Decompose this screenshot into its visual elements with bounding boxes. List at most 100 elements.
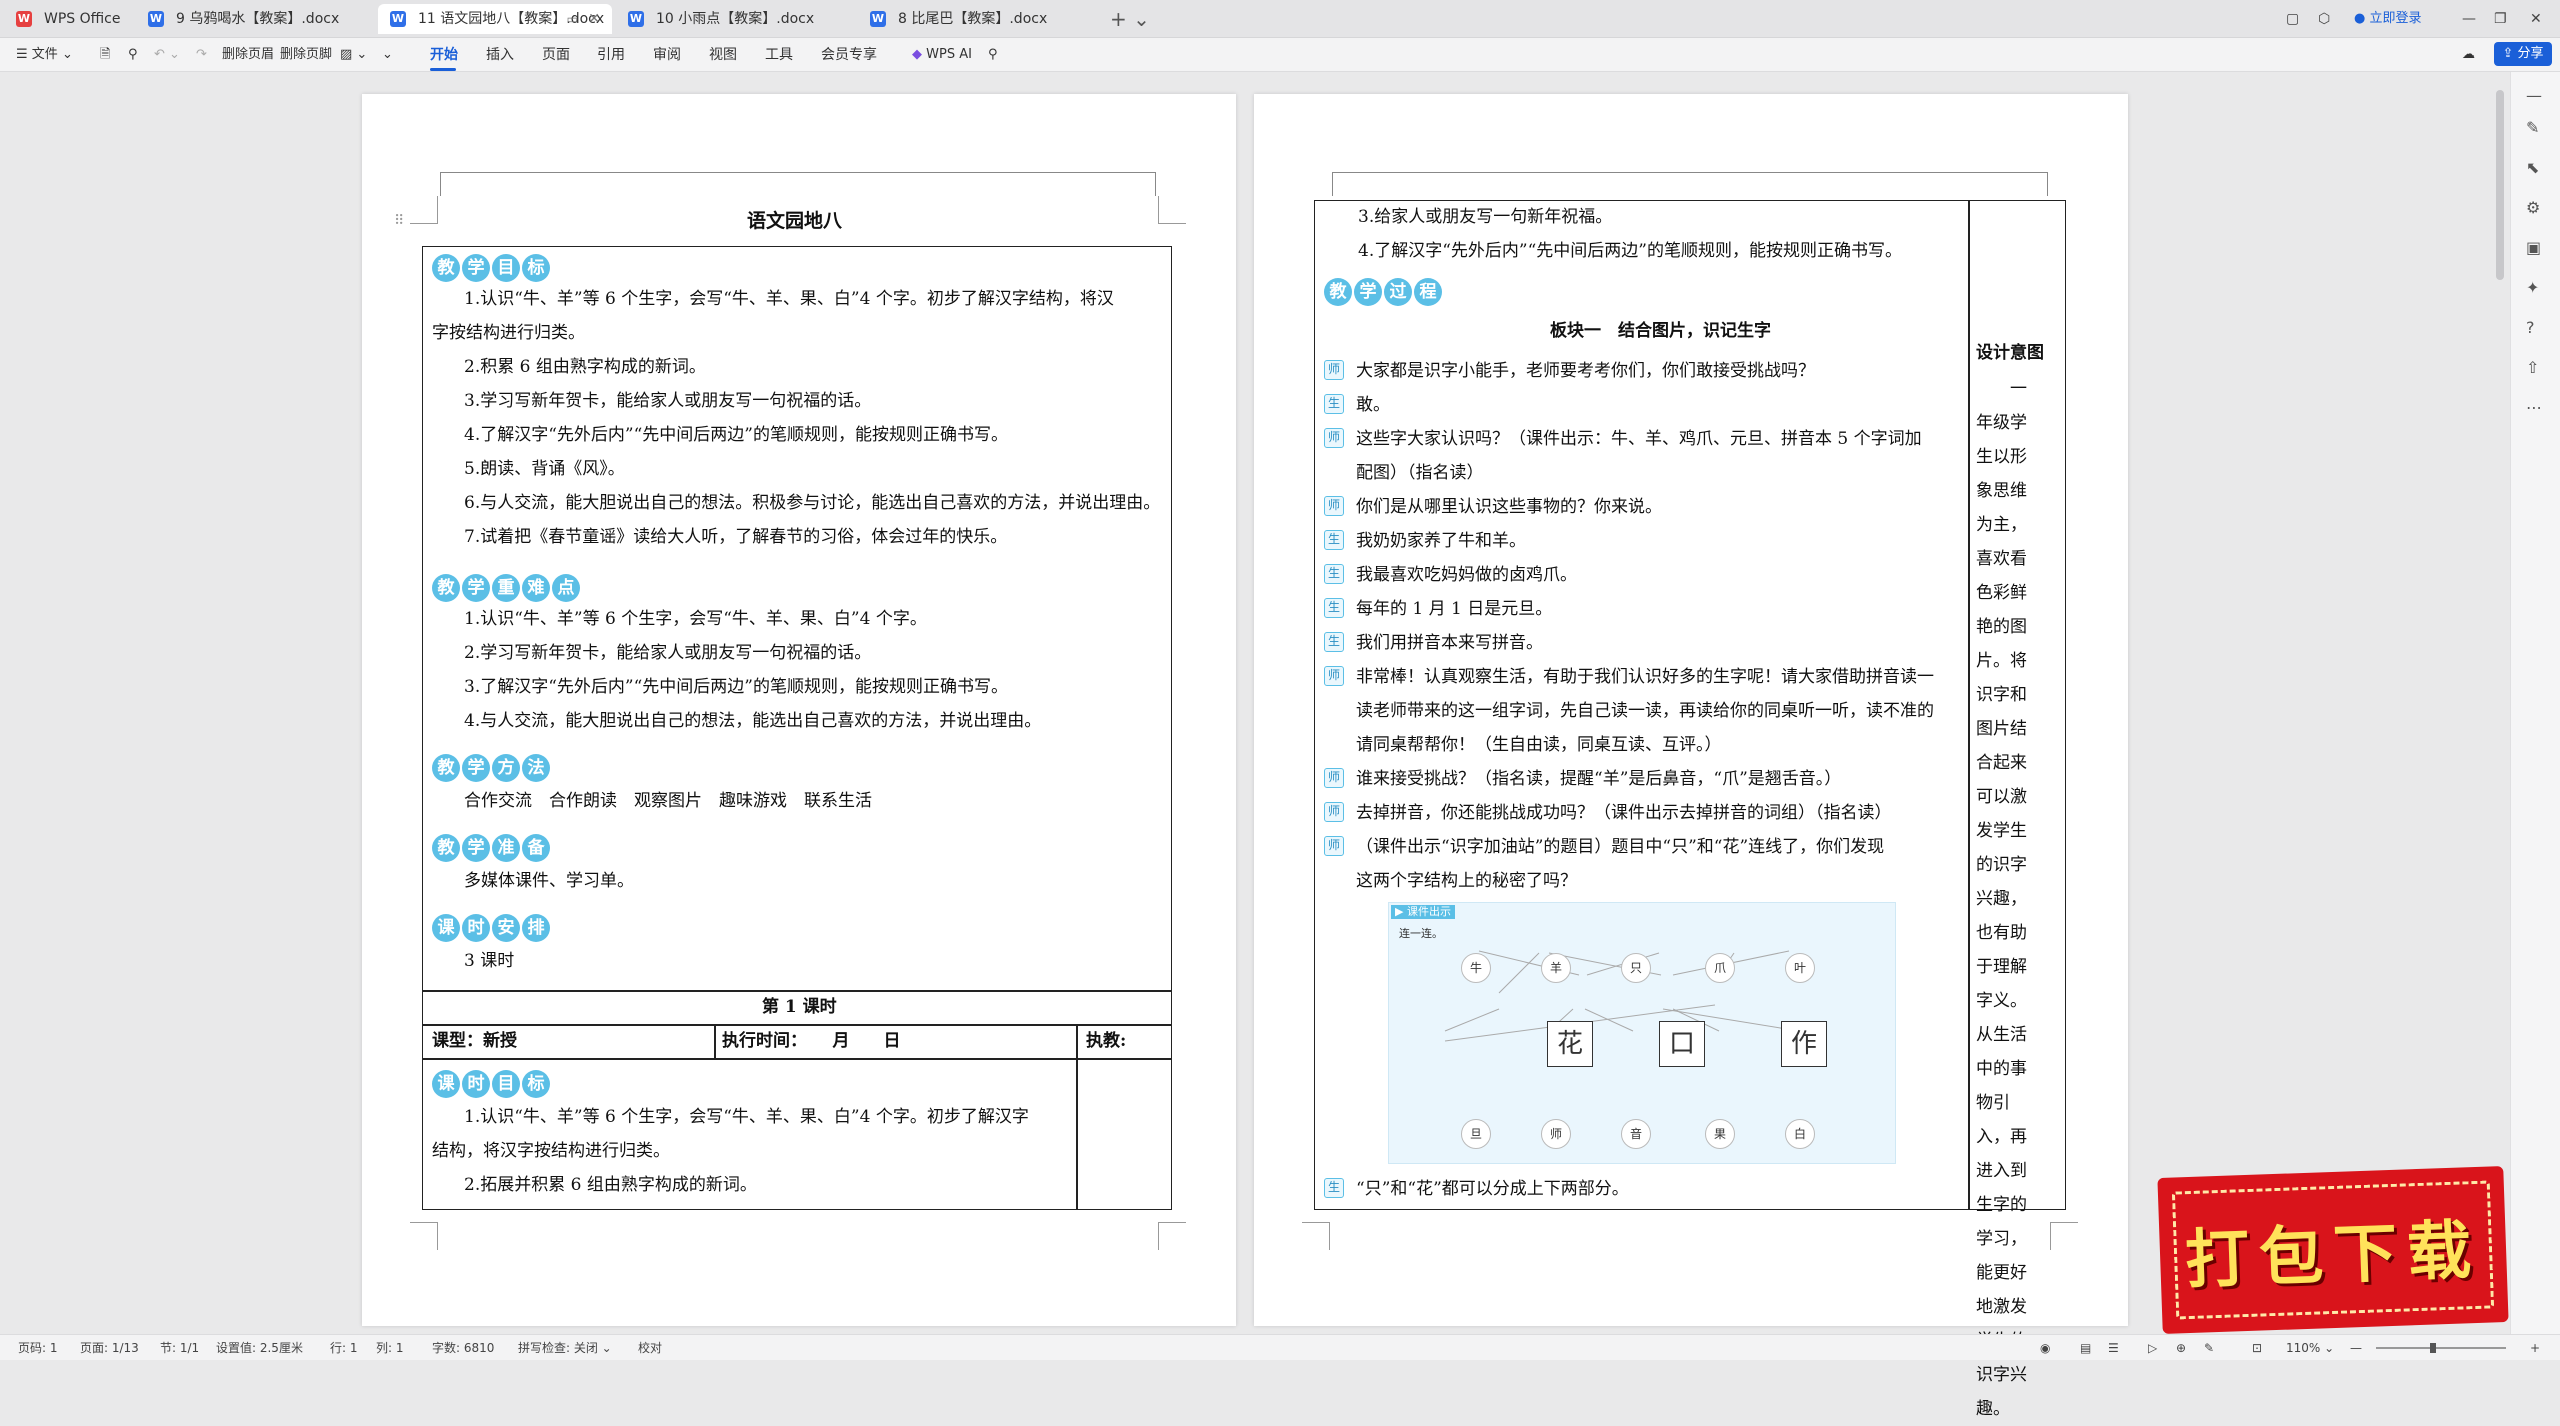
tab-doc-11[interactable]: W 11 语文园地八【教案】.docx ▭ ✕ <box>378 4 612 34</box>
close-window-button[interactable]: ✕ <box>2530 0 2542 38</box>
outline-view-icon[interactable]: ☰ <box>2108 1335 2119 1361</box>
status-proof[interactable]: 校对 <box>638 1335 662 1361</box>
dialog-line: 敢。 <box>1356 395 1390 415</box>
header-area[interactable] <box>440 172 1156 196</box>
goal-line: 4.了解汉字“先外后内”“先中间后两边”的笔顺规则，能按规则正确书写。 <box>1358 241 1902 261</box>
figure-char-circle: 旦 <box>1461 1119 1491 1149</box>
status-spell[interactable]: 拼写检查: 关闭 ⌄ <box>518 1335 612 1361</box>
corner-mark <box>1302 1222 1330 1250</box>
wand-icon[interactable]: ✦ <box>2526 278 2539 297</box>
image-icon[interactable]: ▨ ⌄ <box>340 38 367 72</box>
dialog-line: 配图）（指名读） <box>1356 463 1484 483</box>
menu-start[interactable]: 开始 <box>430 38 458 72</box>
header-area[interactable] <box>1332 172 2048 196</box>
zoom-slider-thumb[interactable] <box>2430 1343 2436 1353</box>
menu-member[interactable]: 会员专享 <box>821 38 877 72</box>
more-icon[interactable]: ⋯ <box>2526 398 2542 417</box>
more-icon[interactable]: ⌄ <box>382 38 393 72</box>
monitor-icon[interactable]: ▭ <box>567 4 578 34</box>
cloud-icon[interactable]: ☁ <box>2462 38 2475 72</box>
status-col[interactable]: 列: 1 <box>376 1335 404 1361</box>
minimize-button[interactable]: — <box>2462 0 2476 38</box>
login-button[interactable]: ● 立即登录 <box>2354 8 2422 30</box>
eye-icon[interactable]: ◉ <box>2040 1335 2050 1361</box>
status-row[interactable]: 行: 1 <box>330 1335 358 1361</box>
badge-char: 法 <box>522 754 550 782</box>
zoom-slider[interactable] <box>2376 1347 2506 1349</box>
menu-reference[interactable]: 引用 <box>597 38 625 72</box>
delete-header-button[interactable]: 删除页眉 <box>222 38 274 72</box>
tab-bar: W WPS Office W9 乌鸦喝水【教案】.docx W 11 语文园地八【教… <box>0 0 2560 38</box>
wps-logo-icon: W <box>16 11 32 27</box>
menu-page[interactable]: 页面 <box>542 38 570 72</box>
design-text: 一年级学生以形象思维为主，喜欢看色彩鲜艳的图片。将识字和图片结合起来可以激发学生… <box>1976 379 2027 1419</box>
right-tool-rail: — ✎ ⬉ ⚙ ▣ ✦ ? ⇧ ⋯ <box>2510 72 2560 1334</box>
tab-doc-10[interactable]: W 10 小雨点【教案】.docx <box>616 4 854 34</box>
menu-insert[interactable]: 插入 <box>486 38 514 72</box>
menu-review[interactable]: 审阅 <box>653 38 681 72</box>
cube-icon[interactable]: ⬡ <box>2318 0 2330 38</box>
play-icon[interactable]: ▷ <box>2148 1335 2157 1361</box>
zoom-level[interactable]: 110% ⌄ <box>2286 1335 2334 1361</box>
section-badge-goals: 教学目标 <box>432 254 550 282</box>
dialog-line: 每年的 1 月 1 日是元旦。 <box>1356 599 1553 619</box>
new-tab-button[interactable]: + ⌄ <box>1110 4 1150 34</box>
badge-char: 点 <box>552 574 580 602</box>
wps-ai-button[interactable]: ◆ WPS AI <box>912 38 972 72</box>
zoom-out-icon[interactable]: — <box>2350 1335 2362 1361</box>
document-page-1: ⠿ 语文园地八 教学目标 1.认识“牛、羊”等 6 个生字，会写“牛、羊、果、白… <box>362 94 1236 1326</box>
search-icon[interactable]: ⚲ <box>988 38 998 72</box>
save-icon[interactable]: 🗎 <box>100 38 110 72</box>
tab-wps-home[interactable]: W WPS Office <box>4 4 134 34</box>
status-setting[interactable]: 设置值: 2.5厘米 <box>216 1335 303 1361</box>
status-page[interactable]: 页码: 1 <box>18 1335 58 1361</box>
badge-char: 过 <box>1384 278 1412 306</box>
share-doc-icon[interactable]: ⇧ <box>2526 358 2539 377</box>
fit-icon[interactable]: ⊡ <box>2252 1335 2262 1361</box>
corner-mark <box>2050 1222 2078 1250</box>
help-icon[interactable]: ? <box>2526 318 2535 337</box>
dialog-line: 读老师带来的这一组字词，先自己读一读，再读给你的同桌听一听，读不准的 <box>1356 701 1934 721</box>
drag-handle-icon[interactable]: ⠿ <box>394 208 404 234</box>
restore-button[interactable]: ❐ <box>2494 0 2507 38</box>
status-pages[interactable]: 页面: 1/13 <box>80 1335 139 1361</box>
web-view-icon[interactable]: ⊕ <box>2176 1335 2186 1361</box>
tab-doc-8[interactable]: W8 比尾巴【教案】.docx <box>858 4 1096 34</box>
menu-view[interactable]: 视图 <box>709 38 737 72</box>
section-badge-hours: 课时安排 <box>432 914 550 942</box>
student-icon: 生 <box>1324 632 1344 652</box>
window-layout-icon[interactable]: ▢ <box>2286 0 2299 38</box>
badge-char: 标 <box>522 1070 550 1098</box>
badge-char: 教 <box>432 254 460 282</box>
page-view-icon[interactable]: ▤ <box>2080 1335 2091 1361</box>
close-icon[interactable]: ✕ <box>588 4 600 34</box>
status-section[interactable]: 节: 1/1 <box>160 1335 199 1361</box>
vertical-scrollbar[interactable] <box>2496 90 2504 280</box>
image-tool-icon[interactable]: ▣ <box>2526 238 2541 257</box>
menu-tools[interactable]: 工具 <box>765 38 793 72</box>
file-menu[interactable]: ☰ 文件 ⌄ <box>16 38 73 72</box>
redo-icon[interactable]: ↷ <box>196 38 207 72</box>
figure-big-char: 作 <box>1781 1021 1827 1067</box>
share-button[interactable]: ⇪ 分享 <box>2494 42 2552 66</box>
courseware-figure: ▶ 课件出示 连一连。 牛羊只爪叶 花口作 旦师音果白 <box>1388 902 1896 1164</box>
dialog-line: 请同桌帮帮你！（生自由读，同桌互读、互评。） <box>1356 735 1722 755</box>
section-badge-lesson-goals: 课时目标 <box>432 1070 550 1098</box>
goal-line: 2.积累 6 组由熟字构成的新词。 <box>464 357 706 377</box>
badge-char: 学 <box>462 754 490 782</box>
select-icon[interactable]: ⬉ <box>2526 158 2539 177</box>
undo-icon[interactable]: ↶ ⌄ <box>154 38 180 72</box>
find-icon[interactable]: ⚲ <box>128 38 138 72</box>
lesson-type: 课型：新授 <box>432 1031 517 1051</box>
collapse-icon[interactable]: — <box>2526 86 2542 105</box>
word-doc-icon: W <box>870 11 886 27</box>
corner-mark <box>410 196 438 224</box>
delete-footer-button[interactable]: 删除页脚 <box>280 38 332 72</box>
edit-icon[interactable]: ✎ <box>2526 118 2539 137</box>
adjust-icon[interactable]: ⚙ <box>2526 198 2540 217</box>
status-words[interactable]: 字数: 6810 <box>432 1335 494 1361</box>
pen-icon[interactable]: ✎ <box>2204 1335 2214 1361</box>
zoom-in-icon[interactable]: + <box>2530 1335 2540 1361</box>
download-promo-banner[interactable]: 打包下载 <box>2157 1166 2509 1334</box>
badge-char: 重 <box>492 574 520 602</box>
